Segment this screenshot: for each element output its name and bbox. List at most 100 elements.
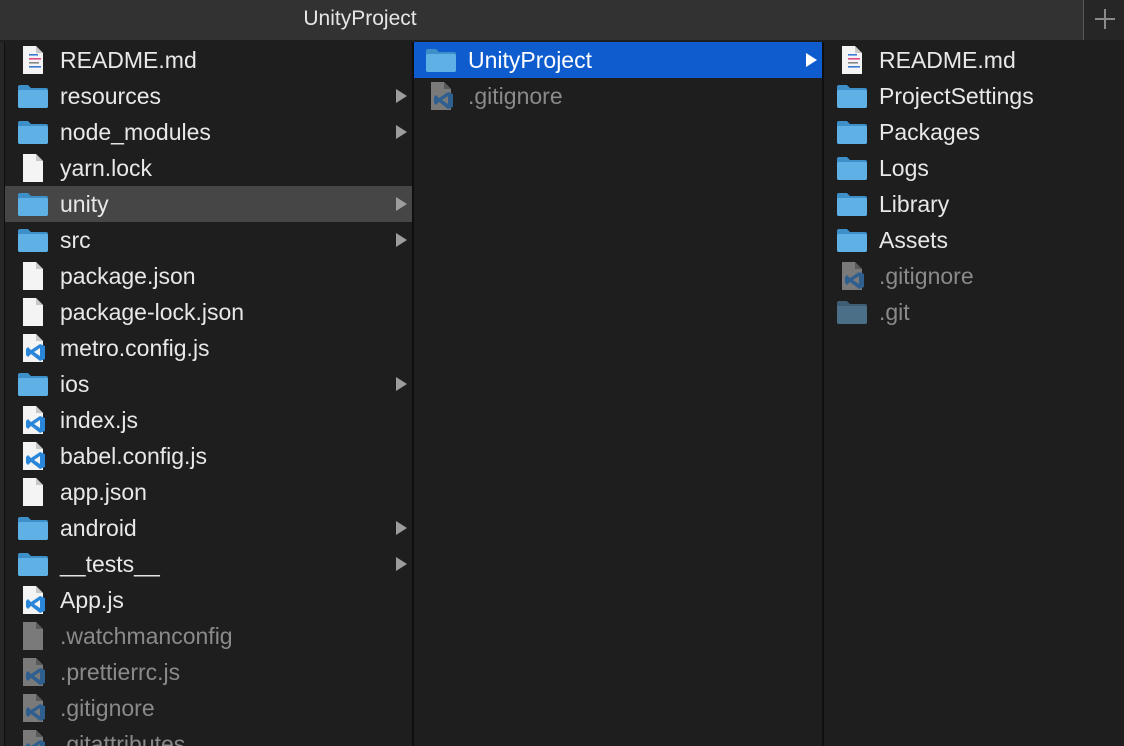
item-label: .gitignore [60, 694, 155, 721]
file-icon [17, 621, 49, 651]
item-label: Packages [879, 118, 981, 145]
file-row[interactable]: README.md [5, 42, 412, 78]
file-icon [17, 153, 49, 183]
folder-icon [17, 549, 49, 579]
item-label: package.json [60, 262, 196, 289]
file-icon [17, 477, 49, 507]
vscode-file-icon [17, 657, 49, 687]
folder-icon [836, 225, 868, 255]
item-label: index.js [60, 406, 138, 433]
folder-row[interactable]: .git [824, 294, 1124, 330]
vscode-file-icon [17, 729, 49, 746]
file-row[interactable]: package-lock.json [5, 294, 412, 330]
folder-icon [17, 513, 49, 543]
file-row[interactable]: babel.config.js [5, 438, 412, 474]
folder-icon [836, 117, 868, 147]
item-label: resources [60, 82, 161, 109]
folder-icon [17, 189, 49, 219]
item-label: .watchmanconfig [60, 622, 233, 649]
column-3: README.md ProjectSettings Packages Logs Libr… [824, 42, 1124, 746]
file-row[interactable]: .gitignore [824, 258, 1124, 294]
vscode-file-icon [17, 333, 49, 363]
folder-icon [836, 189, 868, 219]
file-row[interactable]: README.md [824, 42, 1124, 78]
item-label: .git [879, 298, 910, 325]
column-2: UnityProject .gitignore [414, 42, 822, 746]
item-label: Assets [879, 226, 949, 253]
item-label: metro.config.js [60, 334, 210, 361]
file-icon [17, 261, 49, 291]
folder-row[interactable]: unity [5, 186, 412, 222]
new-tab-plus-icon[interactable] [1083, 0, 1124, 40]
folder-row[interactable]: ios [5, 366, 412, 402]
item-label: yarn.lock [60, 154, 153, 181]
item-label: Logs [879, 154, 929, 181]
item-label: app.json [60, 478, 147, 505]
tab-bar: UnityProject [0, 0, 1124, 40]
file-row[interactable]: metro.config.js [5, 330, 412, 366]
folder-icon [17, 225, 49, 255]
folder-row[interactable]: Logs [824, 150, 1124, 186]
file-row[interactable]: .gitattributes [5, 726, 412, 746]
disclosure-arrow-icon [396, 557, 407, 571]
vscode-file-icon [17, 441, 49, 471]
file-row[interactable]: yarn.lock [5, 150, 412, 186]
disclosure-arrow-icon [396, 521, 407, 535]
file-row[interactable]: .gitignore [5, 690, 412, 726]
markdown-file-icon [17, 45, 49, 75]
folder-icon [836, 81, 868, 111]
item-label: src [60, 226, 91, 253]
item-label: README.md [879, 46, 1016, 73]
item-label: unity [60, 190, 109, 217]
item-label: android [60, 514, 137, 541]
folder-row[interactable]: __tests__ [5, 546, 412, 582]
folder-row[interactable]: resources [5, 78, 412, 114]
folder-icon [17, 117, 49, 147]
folder-icon [17, 81, 49, 111]
folder-row[interactable]: ProjectSettings [824, 78, 1124, 114]
file-row[interactable]: .gitignore [414, 78, 822, 114]
disclosure-arrow-icon [396, 197, 407, 211]
item-label: __tests__ [60, 550, 160, 577]
item-label: .prettierrc.js [60, 658, 181, 685]
folder-row[interactable]: Packages [824, 114, 1124, 150]
item-label: Library [879, 190, 950, 217]
folder-icon [836, 153, 868, 183]
item-label: UnityProject [468, 46, 592, 73]
file-row[interactable]: index.js [5, 402, 412, 438]
tab-title: UnityProject [303, 7, 417, 30]
item-label: .gitignore [879, 262, 974, 289]
folder-icon [836, 297, 868, 327]
disclosure-arrow-icon [396, 125, 407, 139]
folder-row[interactable]: android [5, 510, 412, 546]
file-row[interactable]: .prettierrc.js [5, 654, 412, 690]
vscode-file-icon [425, 81, 457, 111]
disclosure-arrow-icon [396, 377, 407, 391]
folder-row[interactable]: Library [824, 186, 1124, 222]
file-row[interactable]: package.json [5, 258, 412, 294]
item-label: babel.config.js [60, 442, 208, 469]
folder-row[interactable]: Assets [824, 222, 1124, 258]
file-row[interactable]: App.js [5, 582, 412, 618]
disclosure-arrow-icon [396, 89, 407, 103]
item-label: README.md [60, 46, 197, 73]
item-label: package-lock.json [60, 298, 245, 325]
file-row[interactable]: .watchmanconfig [5, 618, 412, 654]
folder-row[interactable]: node_modules [5, 114, 412, 150]
item-label: .gitattributes [60, 730, 186, 746]
folder-icon [17, 369, 49, 399]
folder-row[interactable]: UnityProject [414, 42, 822, 78]
item-label: App.js [60, 586, 124, 613]
column-1: README.md resources node_modules yarn.lock u… [5, 42, 412, 746]
vscode-file-icon [836, 261, 868, 291]
vscode-file-icon [17, 405, 49, 435]
file-row[interactable]: app.json [5, 474, 412, 510]
markdown-file-icon [836, 45, 868, 75]
tab-unityproject[interactable]: UnityProject [0, 0, 1083, 40]
item-label: ios [60, 370, 90, 397]
item-label: .gitignore [468, 82, 563, 109]
file-icon [17, 297, 49, 327]
item-label: node_modules [60, 118, 211, 145]
vscode-file-icon [17, 585, 49, 615]
folder-row[interactable]: src [5, 222, 412, 258]
